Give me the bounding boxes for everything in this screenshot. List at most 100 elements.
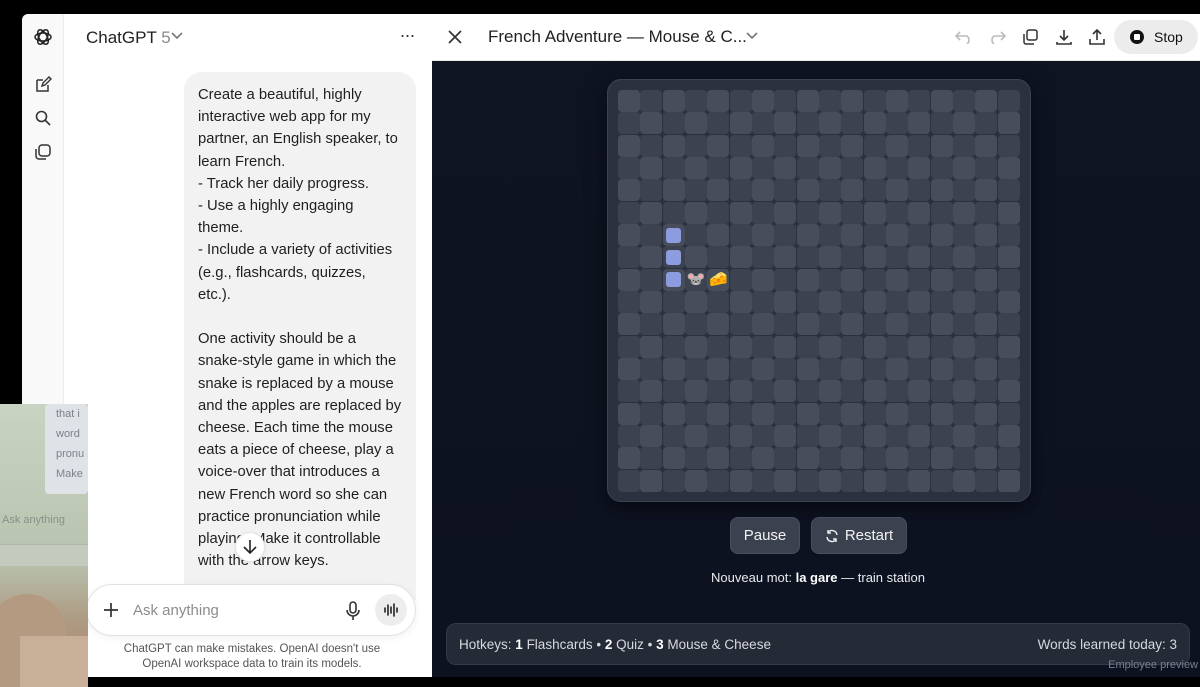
grid-cell — [908, 112, 931, 135]
grid-cell — [729, 90, 752, 112]
grid-cell — [640, 201, 663, 224]
grid-cell — [975, 224, 998, 246]
grid-cell — [841, 291, 864, 313]
grid-cell — [975, 134, 998, 157]
grid-cell — [796, 90, 819, 112]
close-icon[interactable] — [444, 26, 466, 48]
grid-cell — [975, 112, 998, 135]
grid-cell — [863, 358, 886, 380]
grid-cell — [796, 402, 819, 425]
grid-cell — [819, 134, 841, 157]
chevron-down-icon[interactable] — [171, 32, 183, 40]
grid-cell — [707, 469, 730, 492]
plus-icon[interactable] — [101, 600, 121, 620]
grid-cell — [640, 425, 663, 447]
grid-cell — [796, 134, 819, 157]
share-icon[interactable] — [1086, 26, 1108, 48]
webcam-reflection-text: Make — [56, 468, 83, 480]
redo-icon[interactable] — [986, 26, 1008, 48]
grid-cell — [975, 380, 998, 403]
grid-cell — [618, 358, 640, 380]
grid-cell — [930, 179, 953, 202]
stop-button[interactable]: Stop — [1114, 20, 1198, 54]
restart-label: Restart — [844, 527, 894, 544]
grid-cell — [774, 134, 797, 157]
grid-cell — [752, 313, 774, 336]
grid-cell — [863, 291, 886, 313]
library-icon[interactable] — [32, 141, 54, 163]
voice-mode-button[interactable] — [375, 594, 407, 626]
hotkeys-hint: Hotkeys: 1 Flashcards • 2 Quiz • 3 Mouse… — [459, 637, 771, 652]
grid-cell — [908, 157, 931, 179]
grid-cell — [975, 268, 998, 291]
model-selector[interactable]: ChatGPT 5 — [86, 28, 171, 48]
grid-cell — [930, 380, 953, 403]
grid-cell — [841, 246, 864, 269]
grid-cell — [752, 268, 774, 291]
grid-cell — [863, 246, 886, 269]
openai-logo-icon[interactable] — [32, 26, 54, 48]
grid-cell — [662, 157, 685, 179]
grid-cell — [729, 335, 752, 358]
grid-cell — [707, 201, 730, 224]
grid-cell — [685, 201, 707, 224]
grid-cell — [640, 224, 663, 246]
more-options-button[interactable]: ··· — [396, 25, 418, 47]
hotkey-key: 3 — [656, 637, 664, 652]
grid-cell — [841, 90, 864, 112]
grid-cell — [729, 380, 752, 403]
grid-cell — [997, 358, 1020, 380]
new-chat-icon[interactable] — [32, 74, 54, 96]
grid-cell — [930, 358, 953, 380]
grid-cell — [886, 224, 908, 246]
grid-cell — [975, 425, 998, 447]
grid-cell — [618, 268, 640, 291]
grid-cell — [908, 425, 931, 447]
grid-cell — [662, 358, 685, 380]
grid-cell — [618, 179, 640, 202]
artifact-header: French Adventure — Mouse & C... Stop — [432, 14, 1200, 61]
grid-cell — [640, 313, 663, 336]
grid-cell — [975, 179, 998, 202]
grid-cell — [841, 224, 864, 246]
chevron-down-icon[interactable] — [746, 32, 758, 40]
grid-cell — [953, 291, 975, 313]
grid-cell — [685, 90, 707, 112]
grid-cell — [752, 224, 774, 246]
grid-cell — [640, 291, 663, 313]
restart-button[interactable]: Restart — [811, 517, 907, 554]
grid-cell — [886, 112, 908, 135]
search-icon[interactable] — [32, 107, 54, 129]
scroll-down-button[interactable] — [235, 532, 265, 562]
grid-cell — [908, 447, 931, 470]
grid-cell — [930, 246, 953, 269]
grid-cell — [796, 313, 819, 336]
grid-cell — [886, 425, 908, 447]
grid-cell — [930, 313, 953, 336]
grid-cell — [997, 134, 1020, 157]
game-board[interactable]: 🐭 🧀 — [607, 79, 1031, 502]
grid-cell — [796, 380, 819, 403]
artifact-title[interactable]: French Adventure — Mouse & C... — [488, 27, 747, 47]
grid-cell — [729, 291, 752, 313]
screen: ChatGPT 5 ··· Create a beautiful, highly… — [0, 0, 1200, 687]
grid-cell — [863, 201, 886, 224]
status-footer: Hotkeys: 1 Flashcards • 2 Quiz • 3 Mouse… — [446, 623, 1190, 665]
pause-button[interactable]: Pause — [730, 517, 800, 554]
grid-cell — [930, 335, 953, 358]
download-icon[interactable] — [1053, 26, 1075, 48]
grid-cell — [707, 402, 730, 425]
prompt-input[interactable] — [133, 599, 323, 621]
employee-preview-tag: Employee preview — [1108, 659, 1198, 671]
grid-cell — [886, 134, 908, 157]
grid-cell — [819, 157, 841, 179]
grid-cell — [729, 179, 752, 202]
undo-icon[interactable] — [953, 26, 975, 48]
grid-cell — [886, 447, 908, 470]
microphone-icon[interactable] — [343, 600, 363, 622]
copy-icon[interactable] — [1019, 26, 1041, 48]
grid-cell — [752, 201, 774, 224]
grid-cell — [953, 201, 975, 224]
sidebar-rail — [22, 14, 64, 404]
grid-cell — [975, 90, 998, 112]
